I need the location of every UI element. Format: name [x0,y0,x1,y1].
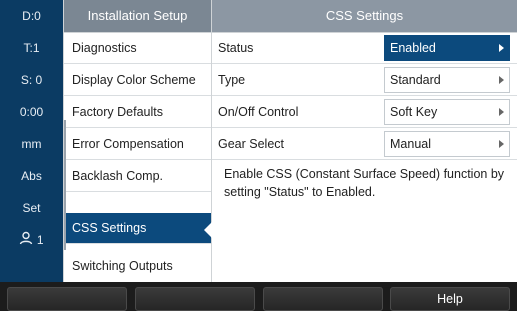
css-settings-header: CSS Settings [212,0,517,32]
status-timer[interactable]: 0:00 [0,96,63,128]
gear-select-value: Manual [390,137,431,151]
status-timer-label: 0:00 [19,105,44,119]
softkey-3[interactable] [263,287,383,311]
status-set-label: Set [22,201,41,215]
status-bar: D:0 T:1 S: 0 0:00 mm Abs Set 1 [0,0,63,282]
type-select[interactable]: Standard [384,67,510,93]
status-abs[interactable]: Abs [0,160,63,192]
softkey-1[interactable] [7,287,127,311]
selection-arrow-icon [204,222,212,238]
type-label: Type [218,73,246,87]
caret-right-icon [499,108,504,116]
setting-row-type: Type Standard [212,65,517,96]
menu-scroll-indicator [64,120,66,250]
setting-row-status: Status Enabled [212,33,517,64]
menu-item-error-compensation[interactable]: Error Compensation [64,129,211,160]
gear-select-label: Gear Select [218,137,285,151]
status-label: Status [218,41,254,55]
onoff-control-select[interactable]: Soft Key [384,99,510,125]
menu-item-diagnostics[interactable]: Diagnostics [64,33,211,64]
screen: D:0 T:1 S: 0 0:00 mm Abs Set 1 Installat… [0,0,517,282]
setting-row-onoff-control: On/Off Control Soft Key [212,97,517,128]
status-units-label: mm [21,137,42,151]
status-value: Enabled [390,41,436,55]
setting-description: Enable CSS (Constant Surface Speed) func… [224,167,505,199]
status-spindle-label: S: 0 [20,73,43,87]
setup-menu: Diagnostics Display Color Scheme Factory… [64,33,211,282]
menu-item-factory-defaults[interactable]: Factory Defaults [64,97,211,128]
status-user-label: 1 [36,233,44,247]
type-value: Standard [390,73,441,87]
status-abs-label: Abs [21,169,42,183]
status-datum-label: D:0 [22,9,41,23]
status-select[interactable]: Enabled [384,35,510,61]
softkey-2[interactable] [135,287,255,311]
status-tool[interactable]: T:1 [0,32,63,64]
menu-item-switching-outputs[interactable]: Switching Outputs [64,251,211,282]
status-spindle[interactable]: S: 0 [0,64,63,96]
status-tool-label: T:1 [23,41,40,55]
user-icon [19,225,33,257]
menu-item-css-settings[interactable]: CSS Settings [64,213,211,244]
status-set[interactable]: Set [0,192,63,224]
help-softkey[interactable]: Help [390,287,510,311]
css-settings-panel: Status Enabled Type Standard On/Off Cont… [212,33,517,282]
gear-select-select[interactable]: Manual [384,131,510,157]
caret-right-icon [499,140,504,148]
installation-setup-header: Installation Setup [64,0,211,32]
caret-right-icon [499,76,504,84]
menu-item-display-color-scheme[interactable]: Display Color Scheme [64,65,211,96]
menu-item-backlash-comp[interactable]: Backlash Comp. [64,161,211,192]
onoff-control-label: On/Off Control [218,105,299,119]
caret-right-icon [499,44,504,52]
status-units[interactable]: mm [0,128,63,160]
setting-row-gear-select: Gear Select Manual [212,129,517,160]
status-user[interactable]: 1 [0,224,63,256]
onoff-control-value: Soft Key [390,105,438,119]
softkey-bar: Help [0,285,517,311]
status-datum[interactable]: D:0 [0,0,63,32]
